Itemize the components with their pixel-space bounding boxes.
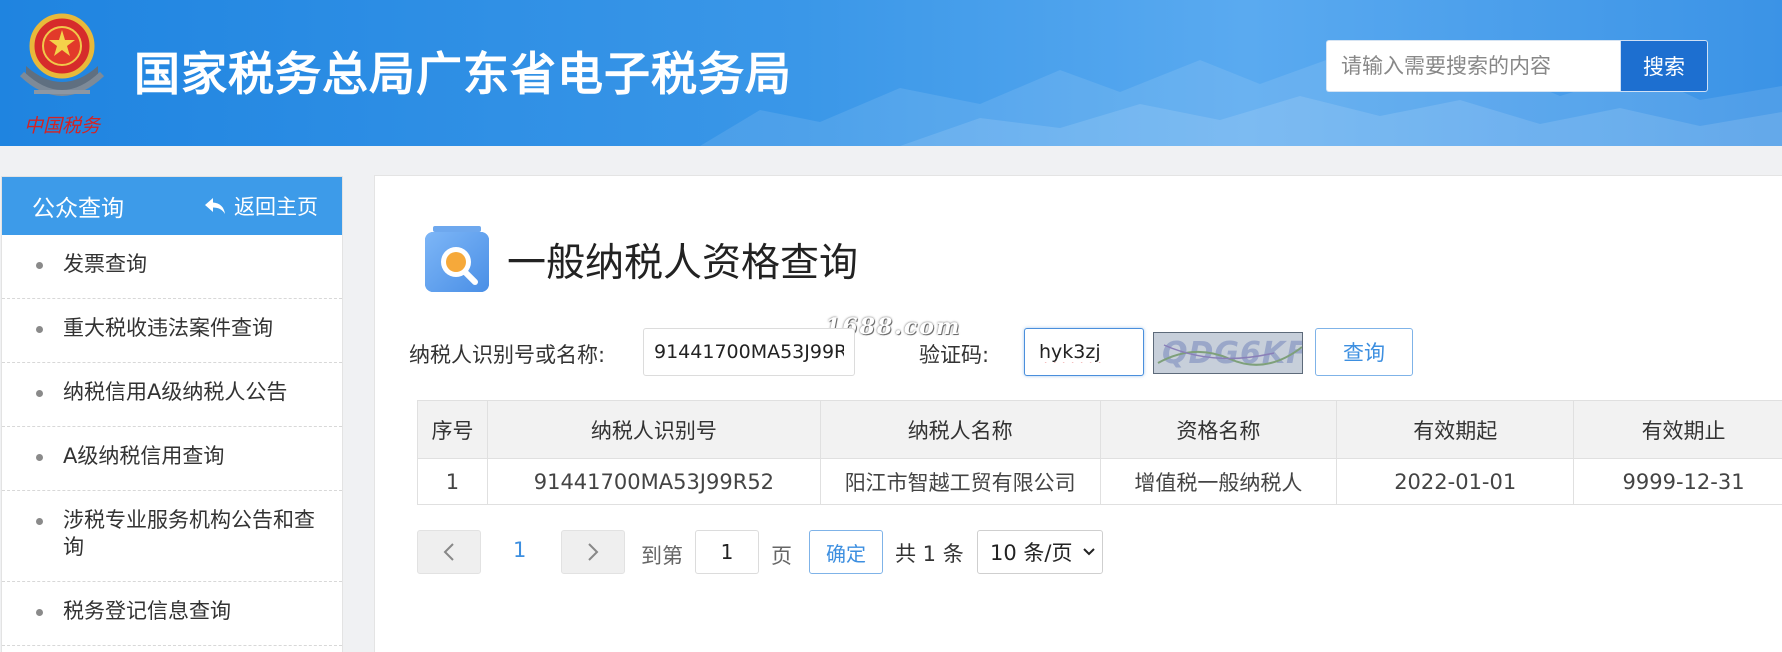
header-search-input[interactable] bbox=[1326, 40, 1620, 92]
page-size-value: 10 条/页 bbox=[990, 541, 1073, 565]
main-panel: 一般纳税人资格查询 1688.com 纳税人识别号或名称: 验证码: QDG6K… bbox=[374, 175, 1782, 652]
page-title: 一般纳税人资格查询 bbox=[507, 241, 859, 286]
sidebar-item-label: 税务登记信息查询 bbox=[63, 599, 231, 623]
sidebar-item-a-level-query[interactable]: A级纳税信用查询 bbox=[2, 427, 342, 491]
sidebar: 公众查询 返回主页 发票查询 重大税收违法案件查询 纳税信用A级纳税人公告 A级… bbox=[1, 176, 343, 652]
next-page-button[interactable] bbox=[561, 530, 625, 574]
column-header: 纳税人名称 bbox=[819, 400, 1101, 459]
goto-page-input[interactable] bbox=[695, 530, 759, 574]
table-cell: 阳江市智越工贸有限公司 bbox=[819, 458, 1101, 505]
site-title: 国家税务总局广东省电子税务局 bbox=[134, 47, 792, 101]
sidebar-item-label: A级纳税信用查询 bbox=[63, 444, 225, 468]
header-search: 搜索 bbox=[1326, 40, 1708, 92]
column-header: 有效期止 bbox=[1573, 400, 1782, 459]
captcha-image[interactable]: QDG6KF bbox=[1153, 332, 1303, 374]
goto-confirm-button[interactable]: 确定 bbox=[809, 530, 883, 574]
captcha-input[interactable] bbox=[1024, 328, 1144, 376]
bullet-icon bbox=[36, 390, 43, 397]
reply-arrow-icon bbox=[205, 198, 225, 214]
sidebar-item-agency-notice[interactable]: 涉税专业服务机构公告和查询 bbox=[2, 491, 342, 582]
table-cell: 增值税一般纳税人 bbox=[1099, 458, 1338, 505]
table-header-row: 序号 纳税人识别号 纳税人名称 资格名称 有效期起 有效期止 bbox=[417, 400, 1782, 459]
table-cell: 2022-01-01 bbox=[1336, 458, 1575, 505]
result-table: 序号 纳税人识别号 纳税人名称 资格名称 有效期起 有效期止 1 9144170… bbox=[417, 400, 1782, 505]
bullet-icon bbox=[36, 609, 43, 616]
current-page-number[interactable]: 1 bbox=[513, 538, 526, 562]
sidebar-menu: 发票查询 重大税收违法案件查询 纳税信用A级纳税人公告 A级纳税信用查询 涉税专… bbox=[2, 235, 342, 646]
sidebar-title: 公众查询 bbox=[32, 196, 124, 222]
column-header: 资格名称 bbox=[1099, 400, 1338, 459]
table-row: 1 91441700MA53J99R52 阳江市智越工贸有限公司 增值税一般纳税… bbox=[417, 458, 1782, 505]
chevron-down-icon bbox=[1083, 548, 1096, 556]
table-cell: 9999-12-31 bbox=[1573, 458, 1782, 505]
bullet-icon bbox=[36, 326, 43, 333]
sidebar-item-label: 发票查询 bbox=[63, 252, 147, 276]
sidebar-item-a-level-notice[interactable]: 纳税信用A级纳税人公告 bbox=[2, 363, 342, 427]
chevron-left-icon bbox=[443, 543, 454, 561]
page-size-select[interactable]: 10 条/页 bbox=[977, 530, 1103, 574]
header-search-button[interactable]: 搜索 bbox=[1620, 40, 1708, 92]
tax-emblem-icon: 中国税务 bbox=[19, 13, 105, 137]
sidebar-header: 公众查询 返回主页 bbox=[2, 177, 342, 235]
captcha-label: 验证码: bbox=[919, 343, 990, 367]
sidebar-item-invoice-query[interactable]: 发票查询 bbox=[2, 235, 342, 299]
column-header: 序号 bbox=[417, 400, 488, 459]
site-header: 中国税务 国家税务总局广东省电子税务局 搜索 bbox=[0, 0, 1782, 146]
tax-id-input[interactable] bbox=[643, 328, 855, 376]
bullet-icon bbox=[36, 262, 43, 269]
prev-page-button[interactable] bbox=[417, 530, 481, 574]
tax-id-label: 纳税人识别号或名称: bbox=[409, 343, 606, 367]
back-home-link[interactable]: 返回主页 bbox=[204, 191, 318, 221]
emblem-script: 中国税务 bbox=[24, 115, 102, 137]
goto-prefix: 到第 bbox=[641, 544, 683, 568]
column-header: 纳税人识别号 bbox=[486, 400, 821, 459]
back-home-label: 返回主页 bbox=[234, 195, 318, 219]
sidebar-item-label: 纳税信用A级纳税人公告 bbox=[63, 380, 288, 404]
table-cell: 1 bbox=[417, 458, 488, 505]
sidebar-item-label: 涉税专业服务机构公告和查询 bbox=[63, 508, 315, 559]
query-button[interactable]: 查询 bbox=[1315, 328, 1413, 376]
column-header: 有效期起 bbox=[1336, 400, 1575, 459]
sidebar-item-label: 重大税收违法案件查询 bbox=[63, 316, 273, 340]
search-magnifier-icon bbox=[425, 226, 489, 292]
total-count: 共 1 条 bbox=[895, 542, 964, 566]
sidebar-item-registration-query[interactable]: 税务登记信息查询 bbox=[2, 582, 342, 646]
chevron-right-icon bbox=[588, 543, 599, 561]
sidebar-item-violation-cases[interactable]: 重大税收违法案件查询 bbox=[2, 299, 342, 363]
table-cell: 91441700MA53J99R52 bbox=[486, 458, 821, 505]
captcha-noise-icon bbox=[1157, 344, 1302, 366]
goto-suffix: 页 bbox=[771, 544, 792, 568]
bullet-icon bbox=[36, 518, 43, 525]
bullet-icon bbox=[36, 454, 43, 461]
